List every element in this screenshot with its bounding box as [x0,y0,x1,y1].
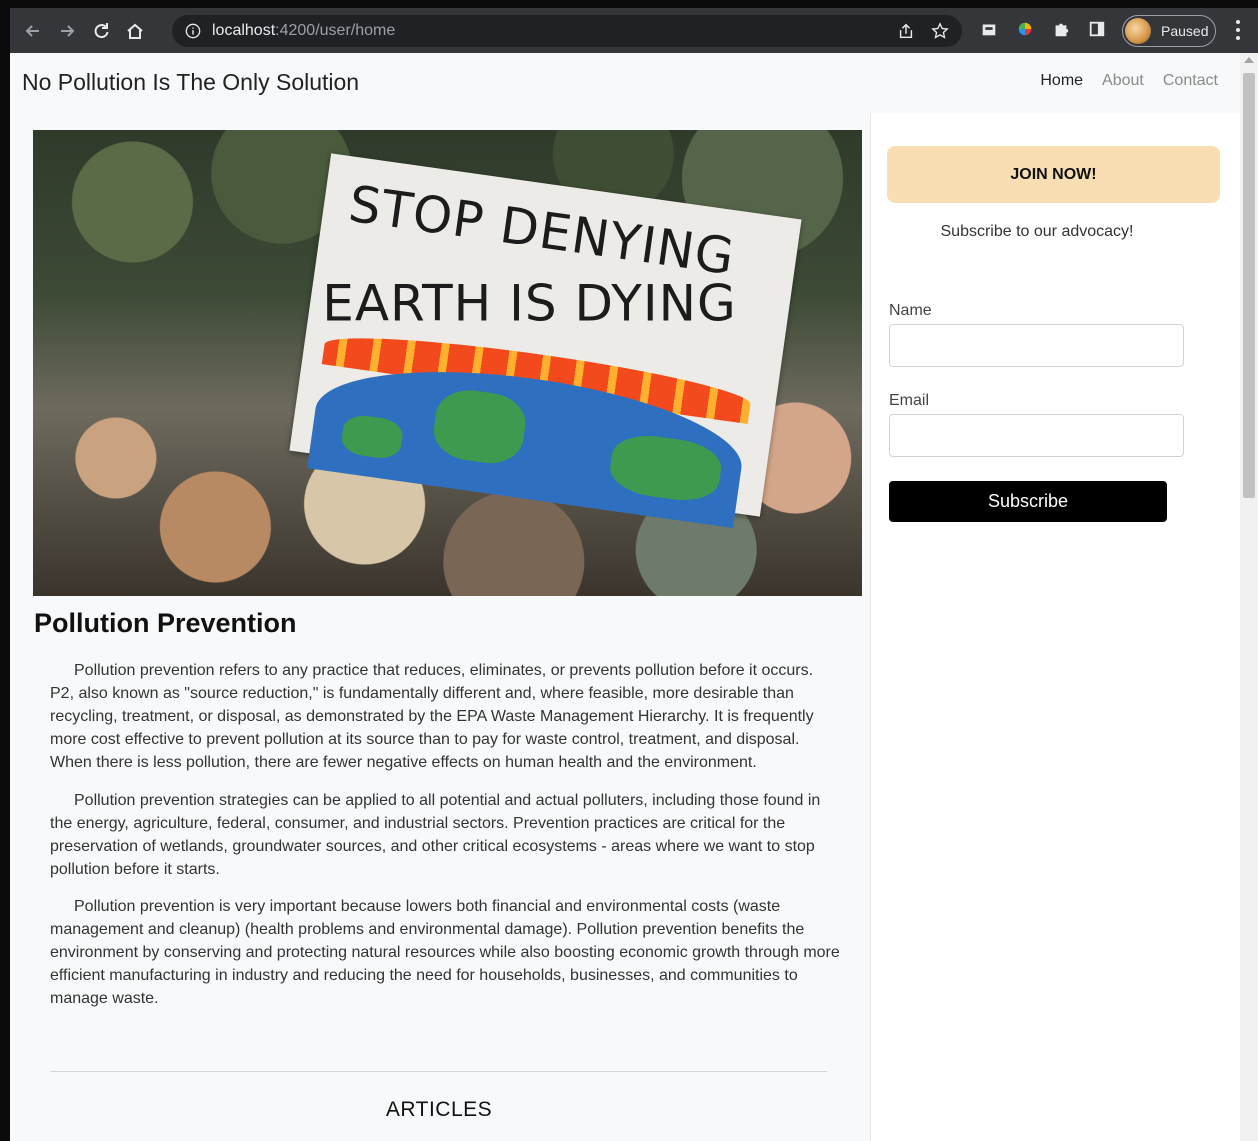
site-navbar: No Pollution Is The Only Solution Home A… [10,53,1240,113]
sign-text-line2: EARTH IS DYING [322,274,737,333]
section-title: Pollution Prevention [34,608,297,638]
column-divider [870,113,871,1141]
protest-sign: STOP DENYING EARTH IS DYING [289,153,802,528]
address-bar[interactable]: localhost:4200/user/home [172,15,962,47]
extensions-puzzle-icon[interactable] [1050,18,1072,40]
window-frame-top [0,0,1258,8]
share-icon[interactable] [896,21,916,41]
email-label: Email [889,392,930,409]
paragraph-1: Pollution prevention refers to any pract… [50,662,814,771]
join-now-button[interactable]: JOIN NOW! [887,146,1220,203]
home-icon[interactable] [118,14,152,48]
nav-links: Home About Contact [1040,72,1218,90]
name-field[interactable] [889,324,1184,367]
nav-contact-link[interactable]: Contact [1163,72,1218,90]
menu-kebab-icon[interactable] [1228,18,1248,42]
email-field[interactable] [889,414,1184,457]
nav-home-link[interactable]: Home [1040,72,1083,90]
paragraph-2: Pollution prevention strategies can be a… [50,792,821,878]
scrollbar-thumb[interactable] [1243,73,1255,498]
page-scrollbar[interactable] [1240,53,1258,1141]
paragraph-3: Pollution prevention is very important b… [50,898,840,1007]
main-content: STOP DENYING EARTH IS DYING Pollution Pr… [10,113,870,1141]
subscribe-button[interactable]: Subscribe [889,481,1167,522]
scroll-up-arrow-icon[interactable] [1244,57,1254,63]
extension-color-icon[interactable] [1014,18,1036,40]
articles-heading: ARTICLES [385,1098,493,1121]
reload-icon[interactable] [84,14,118,48]
extension-bag-icon[interactable] [978,18,1000,40]
url-host: localhost [212,22,276,39]
url-path: :4200/user/home [275,22,396,39]
avatar [1125,18,1151,44]
side-panel-icon[interactable] [1086,18,1108,40]
back-icon[interactable] [16,14,50,48]
hero-image: STOP DENYING EARTH IS DYING [33,130,862,596]
site-brand[interactable]: No Pollution Is The Only Solution [22,69,359,96]
nav-about-link[interactable]: About [1102,72,1144,90]
profile-status: Paused [1161,23,1209,39]
window-frame-left [0,0,10,1141]
bookmark-star-icon[interactable] [930,21,950,41]
info-icon[interactable] [184,22,202,40]
browser-toolbar: localhost:4200/user/home Paused [10,8,1258,53]
name-label: Name [889,302,932,319]
section-divider [50,1071,827,1072]
address-url[interactable]: localhost:4200/user/home [212,22,395,40]
subscribe-note: Subscribe to our advocacy! [940,223,1134,240]
profile-button[interactable]: Paused [1122,15,1216,47]
forward-icon[interactable] [50,14,84,48]
